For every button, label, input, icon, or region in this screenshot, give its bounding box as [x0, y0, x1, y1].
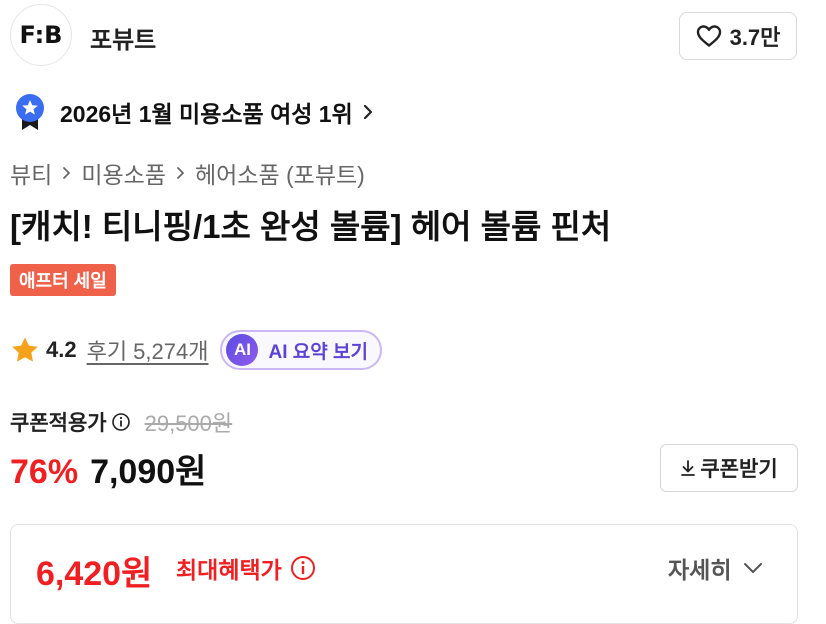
coupon-price-label: 쿠폰적용가 [10, 412, 107, 435]
ranking-link[interactable]: 2026년 1월 미용소품 여성 1위 [14, 92, 373, 132]
breadcrumb-item-beauty[interactable]: 뷰티 [10, 156, 52, 190]
chevron-right-icon [176, 166, 185, 180]
like-count: 3.7만 [729, 25, 781, 50]
max-benefit-label: 최대혜택가 [176, 557, 282, 583]
max-benefit-price: 6,420원 [36, 555, 153, 593]
info-icon[interactable] [290, 555, 316, 581]
original-price: 29,500원 [144, 411, 233, 436]
info-icon[interactable] [111, 412, 131, 432]
coupon-price-row: 쿠폰적용가 29,500원 [10, 406, 232, 438]
price-row: 76% 7,090원 [10, 444, 206, 493]
chevron-right-icon [363, 104, 373, 120]
ranking-text: 2026년 1월 미용소품 여성 1위 [60, 101, 353, 127]
like-button[interactable]: 3.7만 [679, 12, 797, 60]
review-count-link[interactable]: 후기 5,274개 [87, 334, 209, 366]
brand-name[interactable]: 포뷰트 [90, 20, 156, 55]
discount-rate: 76% [10, 453, 79, 491]
ai-summary-button[interactable]: AI AI 요약 보기 [220, 330, 382, 370]
ranking-medal-icon [14, 93, 46, 131]
download-icon [680, 459, 696, 477]
brand-logo-text: F:B [19, 21, 63, 49]
detail-label: 자세히 [668, 557, 732, 583]
sale-price: 7,090원 [90, 453, 207, 491]
breadcrumb: 뷰티 미용소품 헤어소품 (포뷰트) [10, 156, 365, 190]
product-title: [캐치! 티니핑/1초 완성 볼륨] 헤어 볼륨 핀처 [10, 208, 612, 245]
ai-summary-label: AI 요약 보기 [268, 341, 368, 363]
sale-badge: 애프터 세일 [10, 264, 116, 296]
benefit-detail-toggle[interactable]: 자세히 [668, 551, 763, 585]
brand-logo[interactable]: F:B [10, 4, 72, 66]
ai-badge-icon: AI [226, 334, 259, 366]
rating-score: 4.2 [46, 337, 77, 362]
rating-row: 4.2 후기 5,274개 AI AI 요약 보기 [10, 328, 382, 372]
coupon-download-button[interactable]: 쿠폰받기 [660, 444, 798, 492]
breadcrumb-item-beauty-tools[interactable]: 미용소품 [81, 156, 166, 190]
breadcrumb-item-hair-accessories[interactable]: 헤어소품 (포뷰트) [195, 156, 365, 190]
coupon-download-label: 쿠폰받기 [700, 458, 778, 481]
heart-icon [696, 24, 722, 48]
chevron-down-icon [743, 562, 763, 574]
max-benefit-label-row: 최대혜택가 [176, 551, 316, 585]
star-icon [10, 336, 40, 364]
chevron-right-icon [62, 166, 71, 180]
